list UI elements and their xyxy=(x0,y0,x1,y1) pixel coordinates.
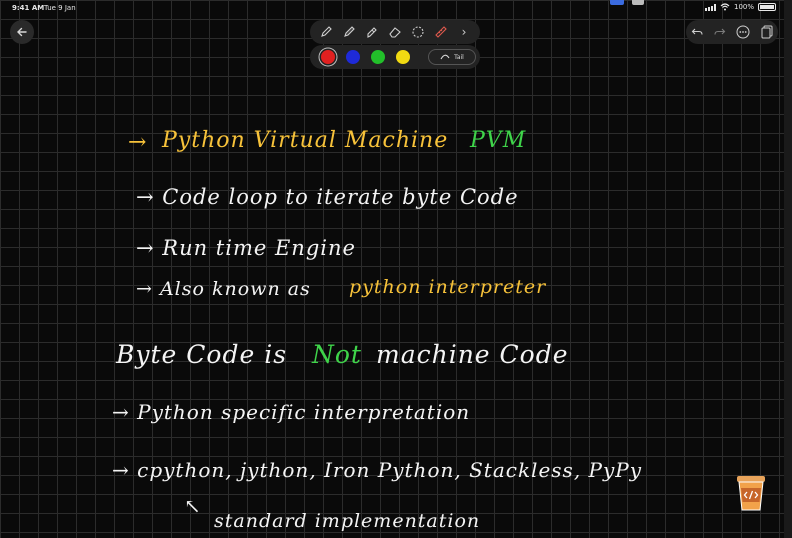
pen-icon[interactable] xyxy=(341,24,357,40)
pages-icon[interactable] xyxy=(761,25,773,39)
note-line-5-not: Not xyxy=(312,340,362,369)
pen-toolbar: › xyxy=(310,20,480,44)
note-line-1-arrow: → xyxy=(128,130,148,155)
wifi-icon xyxy=(720,3,730,11)
note-line-8-arrow: ↖ xyxy=(184,494,202,518)
redo-icon[interactable] xyxy=(714,26,726,38)
note-line-1-text: Python Virtual Machine xyxy=(162,128,449,153)
battery-icon xyxy=(758,3,776,11)
status-bar: 9:41 AM Tue 9 Jan 100% xyxy=(0,0,780,16)
pencil-icon[interactable] xyxy=(318,24,334,40)
note-line-7: → cpython, jython, Iron Python, Stackles… xyxy=(112,458,643,482)
coffee-cup-logo-icon xyxy=(737,476,765,511)
right-toolbar xyxy=(686,20,778,44)
status-time: 9:41 AM xyxy=(12,4,45,12)
color-swatch-green[interactable] xyxy=(371,50,385,64)
lasso-icon[interactable] xyxy=(410,24,426,40)
chevron-right-icon[interactable]: › xyxy=(456,24,472,40)
note-line-3: → Run time Engine xyxy=(136,236,356,260)
eraser-icon[interactable] xyxy=(387,24,403,40)
note-line-5-text: Byte Code is xyxy=(116,340,288,369)
note-line-1-pvm: PVM xyxy=(470,128,527,153)
ruler-icon[interactable] xyxy=(433,24,449,40)
color-swatch-red[interactable] xyxy=(321,50,335,64)
color-swatch-yellow[interactable] xyxy=(396,50,410,64)
curve-icon xyxy=(440,54,450,60)
highlighter-icon[interactable] xyxy=(364,24,380,40)
arrow-left-icon xyxy=(17,27,27,37)
note-line-4-text: → Also known as xyxy=(136,278,311,300)
undo-icon[interactable] xyxy=(691,26,703,38)
back-button[interactable] xyxy=(10,20,34,44)
note-line-8-text: standard implementation xyxy=(214,510,481,532)
tail-label: Tail xyxy=(454,53,464,61)
status-date: Tue 9 Jan xyxy=(44,4,76,12)
status-right: 100% xyxy=(704,3,776,11)
battery-percent: 100% xyxy=(733,3,754,11)
note-line-4-interpreter: python interpreter xyxy=(349,276,547,298)
color-picker-bar: Tail xyxy=(310,45,480,69)
note-line-2: → Code loop to iterate byte Code xyxy=(136,185,519,209)
tail-button[interactable]: Tail xyxy=(428,49,476,65)
note-line-6: → Python specific interpretation xyxy=(112,400,471,424)
window-edge xyxy=(784,0,792,538)
signal-icon xyxy=(704,3,716,11)
more-options-icon[interactable] xyxy=(736,25,750,39)
note-line-5-machine: machine Code xyxy=(376,340,569,369)
color-swatch-blue[interactable] xyxy=(346,50,360,64)
